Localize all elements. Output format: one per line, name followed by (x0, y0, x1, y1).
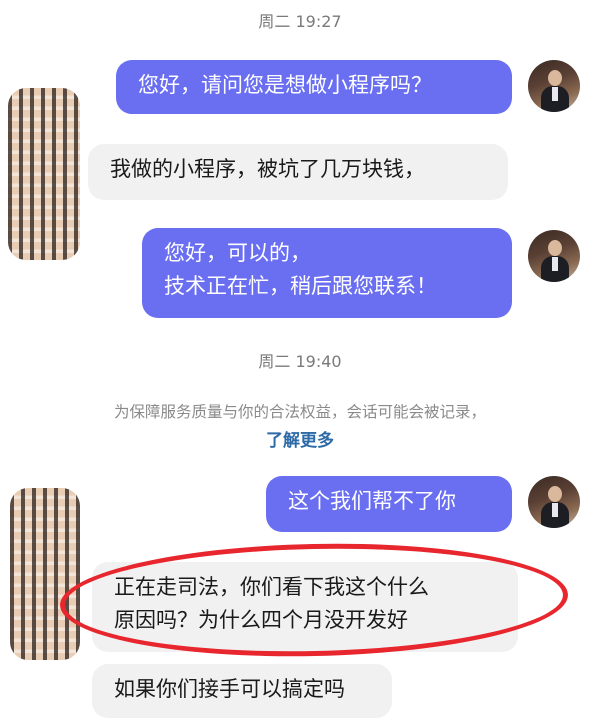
message-text: 我做的小程序，被坑了几万块钱， (110, 157, 425, 181)
privacy-notice: 为保障服务质量与你的合法权益，会话可能会被记录， (113, 403, 486, 421)
timestamp: 周二 19:40 (258, 352, 342, 371)
contact-avatar-pixelated[interactable] (10, 488, 80, 660)
timestamp: 周二 19:27 (258, 12, 342, 31)
message-bubble-incoming[interactable]: 如果你们接手可以搞定吗 (92, 664, 392, 718)
contact-avatar-pixelated[interactable] (8, 88, 80, 260)
message-text-line: 技术正在忙，稍后跟您联系！ (164, 273, 437, 298)
message-bubble-outgoing[interactable]: 这个我们帮不了你 (266, 476, 512, 532)
user-avatar[interactable] (528, 60, 580, 112)
user-avatar[interactable] (528, 230, 580, 282)
message-text-line: 您好，可以的， (164, 241, 311, 265)
learn-more-link[interactable]: 了解更多 (0, 426, 600, 451)
message-text: 这个我们帮不了你 (288, 489, 456, 513)
user-avatar[interactable] (528, 476, 580, 528)
message-text: 如果你们接手可以搞定吗 (114, 677, 345, 701)
message-bubble-incoming[interactable]: 我做的小程序，被坑了几万块钱， (88, 144, 508, 200)
message-bubble-outgoing[interactable]: 您好，可以的， 技术正在忙，稍后跟您联系！ (142, 228, 512, 318)
message-text: 您好，请问您是想做小程序吗？ (138, 73, 432, 97)
message-bubble-outgoing[interactable]: 您好，请问您是想做小程序吗？ (116, 60, 512, 114)
